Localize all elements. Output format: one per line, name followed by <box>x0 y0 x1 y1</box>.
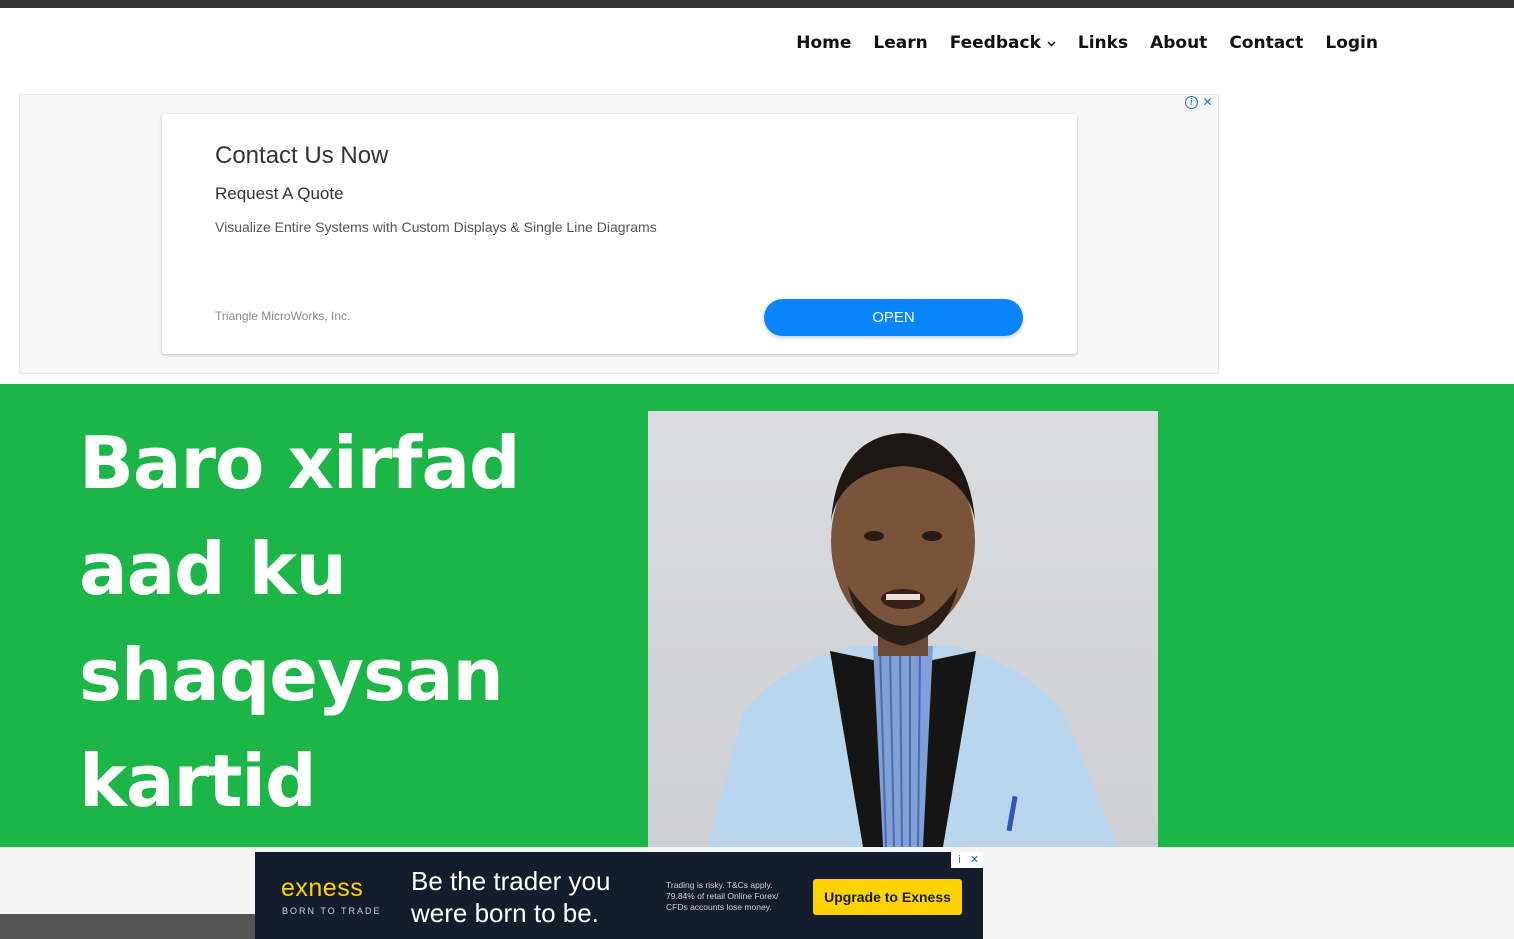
hero-title: Baro xirfad aad ku shaqeysan kartid <box>79 421 521 823</box>
ad-choices: i ✕ <box>1185 96 1214 109</box>
ad-subtitle: Request A Quote <box>215 184 344 203</box>
nav-home[interactable]: Home <box>796 33 851 53</box>
ad-advertiser: Triangle MicroWorks, Inc. <box>215 309 351 323</box>
ad-info-icon[interactable]: i <box>1185 96 1198 109</box>
main-nav: Home Learn Feedback Links About Contact … <box>796 33 1378 53</box>
nav-feedback[interactable]: Feedback <box>950 33 1056 53</box>
hero-person-photo <box>648 411 1158 847</box>
ad-info-icon[interactable]: i <box>953 853 966 867</box>
nav-feedback-label: Feedback <box>949 33 1041 53</box>
ad-close-icon[interactable]: ✕ <box>1201 96 1214 109</box>
ad-headline: Be the trader you were born to be. <box>411 866 611 928</box>
upgrade-button[interactable]: Upgrade to Exness <box>813 879 962 915</box>
hero-banner: Baro xirfad aad ku shaqeysan kartid <box>0 384 1514 847</box>
nav-login[interactable]: Login <box>1325 33 1378 53</box>
nav-links[interactable]: Links <box>1078 33 1128 53</box>
ad-open-button[interactable]: OPEN <box>764 299 1023 336</box>
top-advertisement: i ✕ Contact Us Now Request A Quote Visua… <box>19 94 1219 374</box>
exness-logo: exness <box>281 874 364 902</box>
ad-choices: i ✕ <box>951 852 983 868</box>
exness-tagline: BORN TO TRADE <box>282 906 382 916</box>
ad-title: Contact Us Now <box>215 142 389 169</box>
chevron-down-icon <box>1047 39 1056 50</box>
bottom-advertisement[interactable]: exness BORN TO TRADE Be the trader you w… <box>255 852 983 939</box>
nav-about[interactable]: About <box>1150 33 1207 53</box>
nav-contact[interactable]: Contact <box>1229 33 1303 53</box>
ad-description: Visualize Entire Systems with Custom Dis… <box>215 219 657 235</box>
ad-close-icon[interactable]: ✕ <box>968 853 981 867</box>
ad-disclaimer: Trading is risky. T&Cs apply. 79.84% of … <box>666 880 779 912</box>
top-border-bar <box>0 0 1514 8</box>
ad-card[interactable]: Contact Us Now Request A Quote Visualize… <box>162 114 1077 354</box>
nav-learn[interactable]: Learn <box>873 33 927 53</box>
